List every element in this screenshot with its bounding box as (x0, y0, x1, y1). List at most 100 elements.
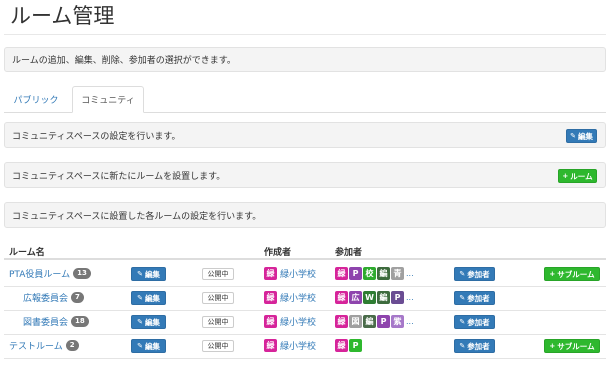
room-edit-button[interactable]: ✎ 編集 (131, 291, 166, 305)
creator-name-link[interactable]: 緑小学校 (280, 267, 316, 280)
status-badge: 公開中 (202, 340, 234, 352)
more-participants-link[interactable]: ... (406, 269, 414, 278)
participant-avatar: P (349, 339, 362, 352)
creator-cell: 緑緑小学校 (264, 267, 316, 280)
participant-avatar: 図 (349, 315, 362, 328)
table-header-divider (4, 258, 606, 260)
participants-list: 緑P (335, 339, 362, 352)
participant-avatar: 緑 (335, 267, 348, 280)
room-name-link[interactable]: 広報委員会 7 (23, 291, 84, 304)
participants-button[interactable]: ✎ 参加者 (454, 291, 495, 305)
creator-cell: 緑緑小学校 (264, 339, 316, 352)
header-room-name: ルーム名 (9, 248, 45, 258)
room-name-link[interactable]: テストルーム 2 (9, 339, 79, 352)
room-edit-button[interactable]: ✎ 編集 (131, 267, 166, 281)
participant-avatar: 緑 (335, 315, 348, 328)
member-count-badge: 2 (65, 340, 79, 351)
participant-avatar: P (391, 291, 404, 304)
edit-label: 編集 (144, 317, 160, 327)
rooms-panel: コミュニティスペースに設置した各ルームの設定を行います。 (4, 202, 606, 228)
creator-cell: 緑緑小学校 (264, 315, 316, 328)
participant-avatar: 緑 (335, 291, 348, 304)
edit-icon: ✎ (459, 342, 466, 350)
room-name-label: テストルーム (9, 342, 63, 352)
edit-icon: ✎ (570, 132, 576, 140)
status-badge: 公開中 (202, 316, 234, 328)
participant-avatar: 広 (349, 291, 362, 304)
participant-avatar: P (349, 267, 362, 280)
participants-button[interactable]: ✎ 参加者 (454, 339, 495, 353)
subroom-label: サブルーム (557, 341, 595, 351)
room-name-label: 図書委員会 (23, 318, 69, 328)
participants-label: 参加者 (467, 269, 490, 279)
participants-button[interactable]: ✎ 参加者 (454, 315, 495, 329)
status-badge: 公開中 (202, 292, 234, 304)
participants-button[interactable]: ✎ 参加者 (454, 267, 495, 281)
more-participants-link[interactable]: ... (406, 317, 414, 326)
room-name-link[interactable]: PTA役員ルーム 13 (9, 267, 91, 280)
edit-label: 編集 (144, 269, 160, 279)
edit-icon: ✎ (459, 270, 466, 278)
tab-public[interactable]: パブリック (4, 86, 68, 112)
add-subroom-button[interactable]: + サブルーム (544, 267, 600, 281)
room-name-label: PTA役員ルーム (9, 270, 71, 280)
edit-label: 編集 (144, 341, 160, 351)
edit-icon: ✎ (137, 270, 143, 278)
room-name-link[interactable]: 図書委員会 18 (23, 315, 89, 328)
participant-avatar: 紫 (391, 315, 404, 328)
plus-icon: + (549, 270, 556, 278)
new-room-text: コミュニティスペースに新たにルームを設置します。 (12, 171, 226, 182)
member-count-badge: 7 (71, 292, 84, 303)
participant-avatar: 編 (377, 267, 390, 280)
description-text: ルームの追加、編集、削除、参加者の選択ができます。 (12, 56, 236, 66)
participant-avatar: P (377, 315, 390, 328)
header-participants: 参加者 (335, 248, 363, 258)
participant-avatar: 編 (363, 315, 376, 328)
creator-avatar: 緑 (264, 339, 277, 352)
edit-icon: ✎ (459, 294, 466, 302)
participant-avatar: 編 (377, 291, 390, 304)
member-count-badge: 18 (71, 316, 89, 327)
settings-panel: コミュニティスペースの設定を行います。 (4, 122, 606, 148)
row-divider (4, 334, 606, 335)
creator-name-link[interactable]: 緑小学校 (280, 291, 316, 304)
row-divider (4, 358, 606, 359)
edit-icon: ✎ (137, 342, 143, 350)
creator-avatar: 緑 (264, 315, 277, 328)
rooms-text: コミュニティスペースに設置した各ルームの設定を行います。 (12, 211, 262, 222)
add-room-button[interactable]: + ルーム (558, 169, 597, 183)
header-creator: 作成者 (264, 248, 292, 258)
edit-icon: ✎ (137, 318, 143, 326)
community-edit-button[interactable]: ✎ 編集 (566, 129, 597, 143)
participants-label: 参加者 (467, 341, 490, 351)
participants-list: 緑広 W 編 P... (335, 291, 414, 304)
description-panel: ルームの追加、編集、削除、参加者の選択ができます。 (4, 47, 606, 72)
participant-avatar: 校 (363, 267, 376, 280)
participants-list: 緑図編 P 紫... (335, 315, 414, 328)
participants-label: 参加者 (467, 317, 490, 327)
participant-avatar: 緑 (335, 339, 348, 352)
more-participants-link[interactable]: ... (406, 293, 414, 302)
member-count-badge: 13 (73, 268, 91, 279)
participants-list: 緑 P 校編青... (335, 267, 414, 280)
creator-name-link[interactable]: 緑小学校 (280, 339, 316, 352)
room-edit-button[interactable]: ✎ 編集 (131, 339, 166, 353)
row-divider (4, 286, 606, 287)
tab-community[interactable]: コミュニティ (72, 86, 144, 113)
room-name-label: 広報委員会 (23, 294, 69, 304)
plus-icon: + (562, 172, 569, 180)
tab-bar: パブリック コミュニティ (4, 86, 606, 113)
page-title: ルーム管理 (10, 4, 115, 28)
room-edit-button[interactable]: ✎ 編集 (131, 315, 166, 329)
plus-icon: + (549, 342, 556, 350)
add-subroom-button[interactable]: + サブルーム (544, 339, 600, 353)
status-badge: 公開中 (202, 268, 234, 280)
subroom-label: サブルーム (557, 269, 595, 279)
edit-label: 編集 (144, 293, 160, 303)
row-divider (4, 310, 606, 311)
participants-label: 参加者 (467, 293, 490, 303)
creator-name-link[interactable]: 緑小学校 (280, 315, 316, 328)
settings-text: コミュニティスペースの設定を行います。 (12, 131, 181, 142)
edit-icon: ✎ (137, 294, 143, 302)
creator-avatar: 緑 (264, 267, 277, 280)
